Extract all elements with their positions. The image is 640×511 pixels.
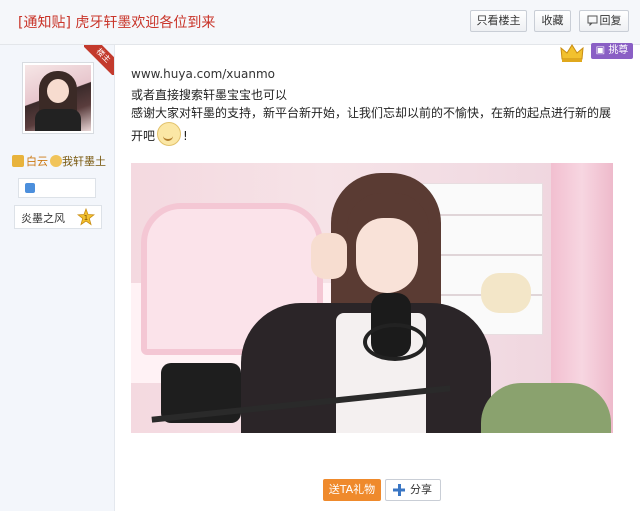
level-icon	[25, 183, 35, 193]
smiley-emoji-icon	[157, 122, 182, 146]
author-name-part1[interactable]: 白云	[26, 155, 48, 168]
vip-badge[interactable]: ▣ 挑尊	[591, 43, 633, 59]
vip-icon: ▣	[595, 45, 606, 56]
thread-header: [通知贴] 虎牙轩墨欢迎各位到来 只看楼主 收藏 回复	[0, 0, 640, 45]
post-line-3-text: 开吧	[131, 129, 156, 143]
post-line-2: 感谢大家对轩墨的支持，新平台新开始，让我们忘却以前的不愉快，在新的起点进行新的展	[131, 106, 612, 120]
level-star-icon: 1	[77, 208, 95, 226]
op-ribbon: 楼主	[84, 45, 114, 75]
member-icon	[12, 155, 24, 167]
op-ribbon-label: 楼主	[84, 45, 114, 75]
fan-badge-label: 炎墨之风	[21, 212, 65, 225]
favorite-button[interactable]: 收藏	[534, 10, 571, 32]
post-line-3: 开吧!	[131, 122, 621, 146]
plus-icon	[393, 484, 405, 496]
reply-icon	[587, 15, 597, 27]
author-name[interactable]: 白云 我轩墨土	[12, 153, 112, 169]
level-box[interactable]	[18, 178, 96, 198]
emoji-icon	[50, 155, 62, 167]
only-op-button[interactable]: 只看楼主	[470, 10, 527, 32]
fan-badge[interactable]: 炎墨之风 1	[14, 205, 102, 229]
post-line-1: 或者直接搜索轩墨宝宝也可以	[131, 88, 288, 102]
post-body: www.huya.com/xuanmo 或者直接搜索轩墨宝宝也可以 感谢大家对轩…	[131, 66, 621, 146]
vip-label: 挑尊	[608, 45, 629, 56]
crown-icon	[560, 44, 584, 62]
fan-badge-level: 1	[84, 214, 88, 222]
send-gift-button[interactable]: 送TA礼物	[323, 479, 381, 501]
post-photo[interactable]	[131, 163, 613, 433]
post-link[interactable]: www.huya.com/xuanmo	[131, 66, 621, 82]
reply-label: 回复	[599, 14, 622, 27]
share-label: 分享	[410, 483, 432, 496]
avatar-image	[25, 65, 91, 131]
reply-button[interactable]: 回复	[579, 10, 629, 32]
post-line-3-end: !	[183, 129, 188, 143]
author-name-part2[interactable]: 我轩墨土	[62, 155, 106, 168]
share-button[interactable]: 分享	[385, 479, 441, 501]
thread-title: [通知贴] 虎牙轩墨欢迎各位到来	[18, 15, 216, 31]
